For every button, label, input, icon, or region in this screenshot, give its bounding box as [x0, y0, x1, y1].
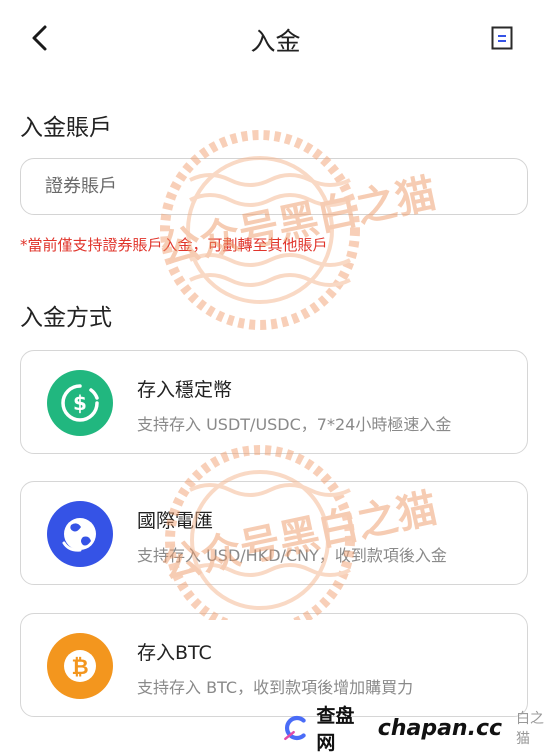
site-name: 查盘网 — [316, 705, 355, 753]
globe-icon — [47, 501, 113, 567]
deposit-method-btc[interactable]: ₿ 存入BTC 支持存入 BTC，收到款項後增加購買力 — [20, 613, 528, 717]
svg-text:₿: ₿ — [71, 655, 88, 679]
site-small-text: 白之猫 — [516, 711, 545, 747]
method-section-label: 入金方式 — [20, 305, 112, 331]
deposit-method-wire[interactable]: 國際電匯 支持存入 USD/HKD/CNY，收到款項後入金 — [20, 481, 528, 585]
stablecoin-icon: $ — [47, 370, 113, 436]
method-subtitle: 支持存入 USDT/USDC，7*24小時極速入金 — [137, 415, 452, 434]
document-icon — [491, 26, 513, 50]
account-note: *當前僅支持證券賬戶入金，可劃轉至其他賬戶 — [20, 236, 328, 254]
site-logo-icon — [284, 715, 306, 741]
records-button[interactable] — [491, 26, 513, 50]
svg-text:$: $ — [73, 391, 87, 415]
method-title: 存入BTC — [137, 642, 212, 664]
deposit-method-stablecoin[interactable]: $ 存入穩定幣 支持存入 USDT/USDC，7*24小時極速入金 — [20, 350, 528, 454]
top-bar: 入金 — [0, 0, 551, 78]
site-watermark: 查盘网 chapan.cc 白之猫 — [282, 705, 551, 753]
account-section-label: 入金賬戶 — [20, 115, 112, 141]
page-title: 入金 — [250, 27, 301, 56]
method-title: 存入穩定幣 — [137, 379, 233, 401]
bitcoin-icon: ₿ — [47, 633, 113, 699]
method-subtitle: 支持存入 BTC，收到款項後增加購買力 — [137, 678, 414, 697]
account-select-field[interactable] — [20, 158, 528, 215]
method-title: 國際電匯 — [137, 510, 214, 532]
site-domain: chapan.cc — [377, 715, 503, 741]
method-subtitle: 支持存入 USD/HKD/CNY，收到款項後入金 — [137, 546, 447, 565]
